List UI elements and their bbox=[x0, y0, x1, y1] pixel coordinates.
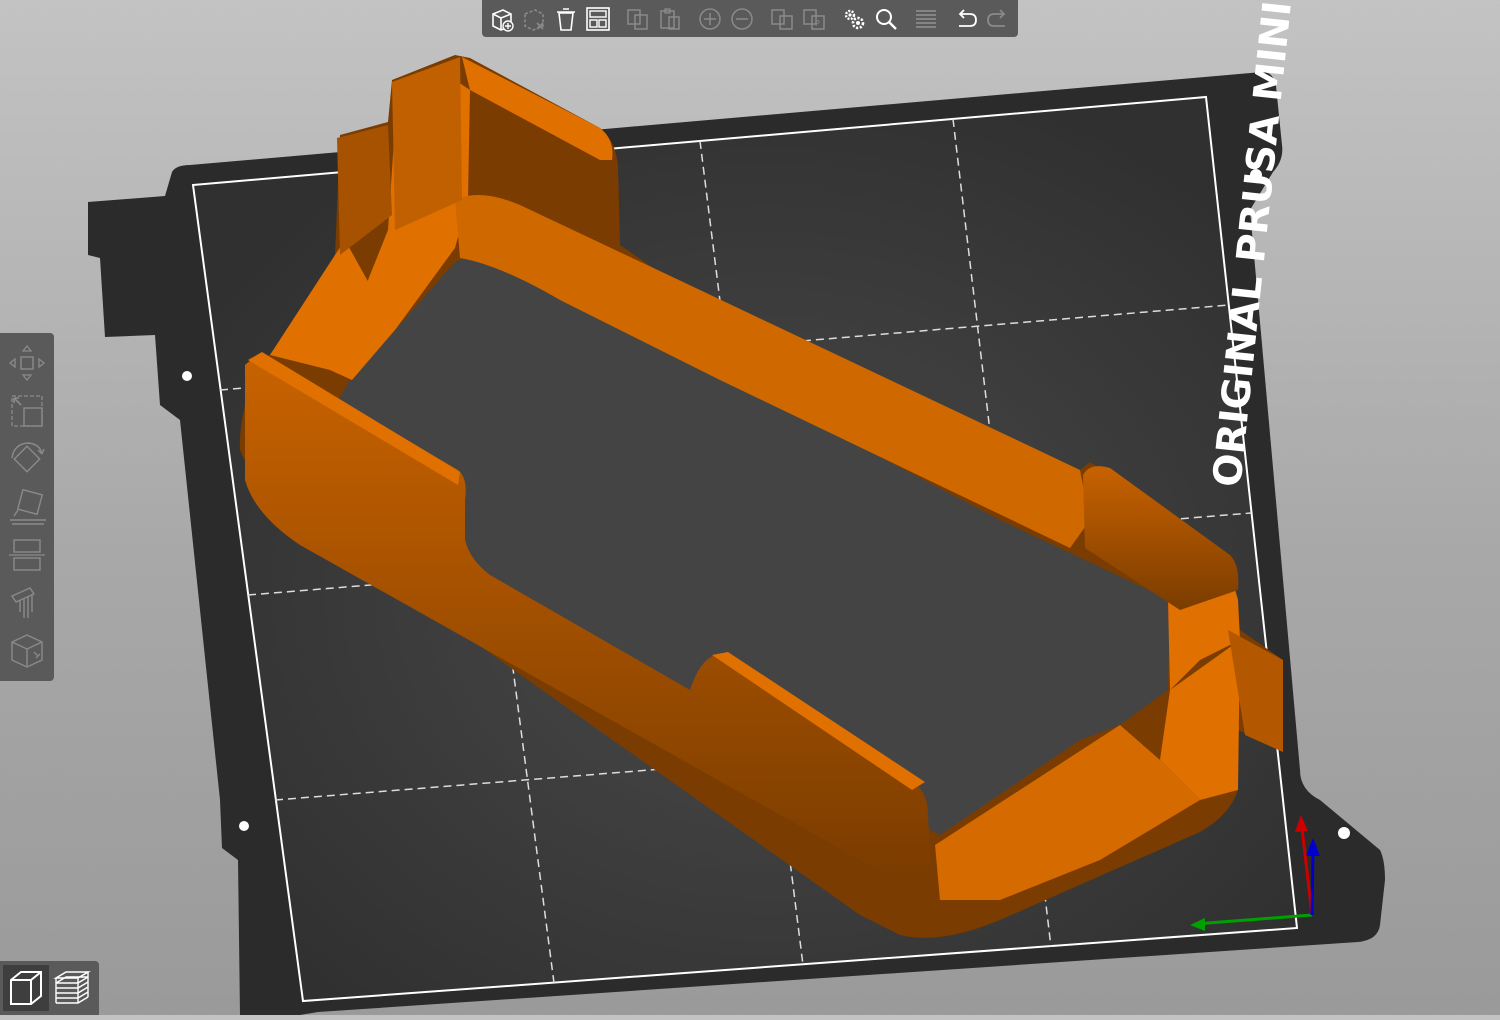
scale-icon bbox=[11, 395, 43, 427]
settings-button[interactable] bbox=[838, 3, 870, 35]
svg-text:P: P bbox=[815, 19, 820, 28]
undo-button[interactable] bbox=[950, 3, 982, 35]
delete-all-button[interactable] bbox=[550, 3, 582, 35]
gears-icon bbox=[844, 9, 865, 29]
minus-icon bbox=[731, 7, 753, 30]
search-button[interactable] bbox=[870, 3, 902, 35]
seam-painting-tool-button[interactable] bbox=[2, 627, 52, 675]
copy-button[interactable] bbox=[622, 3, 654, 35]
add-instance-button[interactable] bbox=[694, 3, 726, 35]
layers-editing-button[interactable] bbox=[910, 3, 942, 35]
scene: ORIGINAL PRUSA MINI bbox=[88, 0, 1385, 1015]
redo-icon bbox=[987, 8, 1006, 27]
place-on-face-tool-button[interactable] bbox=[2, 483, 52, 531]
preview-layers-icon bbox=[53, 971, 91, 1004]
paint-supports-icon bbox=[10, 587, 36, 618]
paste-icon bbox=[660, 7, 680, 30]
split-objects-button[interactable] bbox=[766, 3, 798, 35]
cut-tool-button[interactable] bbox=[2, 531, 52, 579]
paste-button[interactable] bbox=[654, 3, 686, 35]
split-objects-icon bbox=[771, 8, 793, 30]
3d-viewport-canvas[interactable]: ORIGINAL PRUSA MINI bbox=[0, 0, 1500, 1015]
3d-view-icon bbox=[10, 971, 42, 1005]
seam-painting-icon bbox=[11, 634, 43, 668]
split-parts-button[interactable]: P bbox=[798, 3, 830, 35]
move-tool-button[interactable] bbox=[2, 339, 52, 387]
rotate-tool-button[interactable] bbox=[2, 435, 52, 483]
delete-all-icon bbox=[557, 7, 575, 31]
add-button[interactable] bbox=[486, 3, 518, 35]
gizmo-toolbar bbox=[0, 333, 54, 681]
rotate-icon bbox=[11, 442, 45, 473]
view-switcher bbox=[0, 961, 99, 1015]
remove-instance-button[interactable] bbox=[726, 3, 758, 35]
place-on-face-icon bbox=[10, 488, 46, 525]
copy-icon bbox=[627, 8, 648, 30]
add-object-icon bbox=[492, 8, 514, 32]
scale-tool-button[interactable] bbox=[2, 387, 52, 435]
cut-icon bbox=[9, 539, 45, 571]
paint-supports-tool-button[interactable] bbox=[2, 579, 52, 627]
move-icon bbox=[8, 344, 46, 382]
delete-icon bbox=[524, 8, 544, 31]
arrange-icon bbox=[586, 6, 610, 31]
3d-view-button[interactable] bbox=[3, 965, 49, 1011]
search-icon bbox=[876, 8, 897, 30]
bed-hole bbox=[239, 821, 249, 831]
main-toolbar: P bbox=[482, 0, 1018, 37]
plus-icon bbox=[699, 7, 721, 30]
arrange-button[interactable] bbox=[582, 3, 614, 35]
delete-button[interactable] bbox=[518, 3, 550, 35]
redo-button[interactable] bbox=[982, 3, 1014, 35]
undo-icon bbox=[958, 8, 977, 27]
layers-editing-icon bbox=[916, 9, 936, 28]
bed-hole bbox=[182, 371, 192, 381]
preview-button[interactable] bbox=[49, 965, 95, 1011]
bed-hole bbox=[1338, 827, 1350, 839]
split-parts-icon: P bbox=[803, 8, 825, 30]
